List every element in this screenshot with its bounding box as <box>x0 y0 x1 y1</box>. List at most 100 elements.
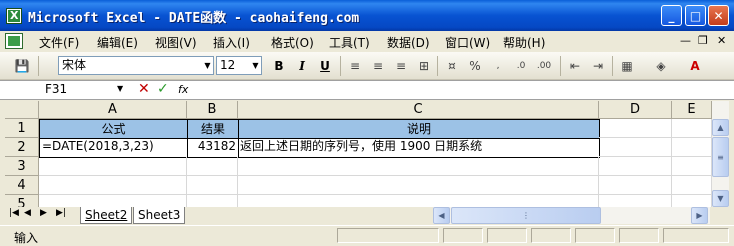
close-button[interactable]: ✕ <box>708 5 729 26</box>
worksheet-grid[interactable]: A B C D E 1 2 3 4 5 公式 结果 说明 =DATE(2018,… <box>5 101 712 207</box>
select-all-corner[interactable] <box>5 101 39 119</box>
cell-a4[interactable] <box>39 176 187 195</box>
window-title: Microsoft Excel - DATE函数 - caohaifeng.co… <box>28 11 360 26</box>
minimize-icon: _ <box>668 8 675 23</box>
scroll-down-icon[interactable]: ▼ <box>712 190 729 207</box>
borders-icon[interactable]: ▦ <box>618 57 636 75</box>
cell-b5[interactable] <box>187 195 238 207</box>
next-sheet-icon[interactable]: ▶ <box>40 208 47 218</box>
menu-view[interactable]: 视图(V) <box>155 34 197 51</box>
cell-d5[interactable] <box>599 195 672 207</box>
italic-icon[interactable]: I <box>293 57 311 75</box>
scroll-up-icon[interactable]: ▲ <box>712 119 729 136</box>
table-header-formula[interactable]: 公式 <box>39 119 188 139</box>
percent-icon[interactable]: % <box>466 57 484 75</box>
table-header-result[interactable]: 结果 <box>187 119 239 139</box>
prev-sheet-icon[interactable]: ◀ <box>24 208 31 218</box>
column-header-b[interactable]: B <box>187 101 238 119</box>
first-sheet-icon[interactable]: |◀ <box>9 208 19 218</box>
scroll-right-icon[interactable]: ▶ <box>691 207 708 224</box>
row-header-5[interactable]: 5 <box>5 195 39 207</box>
decrease-indent-icon[interactable]: ⇤ <box>566 57 584 75</box>
doc-minimize-icon[interactable]: — <box>680 34 691 47</box>
font-name-dropdown-icon[interactable]: ▼ <box>202 57 213 74</box>
status-panel <box>487 228 527 243</box>
cancel-icon[interactable]: ✕ <box>138 81 150 97</box>
column-header-e[interactable]: E <box>672 101 712 119</box>
font-name-select[interactable]: 宋体 <box>58 56 214 75</box>
cell-d4[interactable] <box>599 176 672 195</box>
column-header-a[interactable]: A <box>39 101 187 119</box>
menu-format[interactable]: 格式(O) <box>271 34 314 51</box>
row-header-2[interactable]: 2 <box>5 138 39 157</box>
name-box[interactable]: F31 <box>3 80 115 99</box>
cell-e4[interactable] <box>672 176 712 195</box>
toolbar-separator <box>560 56 561 76</box>
cell-b3[interactable] <box>187 157 238 176</box>
menu-edit[interactable]: 编辑(E) <box>97 34 138 51</box>
last-sheet-icon[interactable]: ▶| <box>56 208 66 218</box>
cell-c5[interactable] <box>238 195 599 207</box>
increase-indent-icon[interactable]: ⇥ <box>589 57 607 75</box>
bold-icon[interactable]: B <box>270 57 288 75</box>
name-box-dropdown-icon[interactable]: ▼ <box>117 84 123 93</box>
cell-a3[interactable] <box>39 157 187 176</box>
decrease-decimal-icon[interactable]: .00 <box>535 57 553 75</box>
cell-result[interactable]: 43182 <box>187 138 239 158</box>
minimize-button[interactable]: _ <box>661 5 682 26</box>
increase-decimal-icon[interactable]: .0 <box>512 57 530 75</box>
column-header-c[interactable]: C <box>238 101 599 119</box>
table-header-description[interactable]: 说明 <box>238 119 600 139</box>
status-panel <box>619 228 659 243</box>
menu-file[interactable]: 文件(F) <box>39 34 79 51</box>
font-color-icon[interactable]: A <box>686 57 704 75</box>
menu-window[interactable]: 窗口(W) <box>445 34 490 51</box>
row-header-4[interactable]: 4 <box>5 176 39 195</box>
cell-d1[interactable] <box>599 119 672 138</box>
cell-e1[interactable] <box>672 119 712 138</box>
font-size-dropdown-icon[interactable]: ▼ <box>250 57 261 74</box>
align-right-icon[interactable]: ≡ <box>392 57 410 75</box>
align-center-icon[interactable]: ≡ <box>369 57 387 75</box>
cell-description[interactable]: 返回上述日期的序列号，使用 1900 日期系统 <box>238 138 600 158</box>
row-header-1[interactable]: 1 <box>5 119 39 138</box>
cell-a5[interactable] <box>39 195 187 207</box>
maximize-button[interactable]: □ <box>685 5 706 26</box>
menu-insert[interactable]: 插入(I) <box>213 34 250 51</box>
toolbar-separator <box>437 56 438 76</box>
currency-icon[interactable]: ¤ <box>443 57 461 75</box>
cell-d3[interactable] <box>599 157 672 176</box>
cell-e3[interactable] <box>672 157 712 176</box>
cell-formula[interactable]: =DATE(2018,3,23) <box>39 138 188 158</box>
save-icon[interactable]: 💾 <box>13 57 31 75</box>
fill-color-icon[interactable]: ◈ <box>652 57 670 75</box>
column-header-d[interactable]: D <box>599 101 672 119</box>
sheet-tab-sheet3[interactable]: Sheet3 <box>133 207 186 224</box>
cell-b4[interactable] <box>187 176 238 195</box>
doc-restore-icon[interactable]: ❐ <box>698 34 708 47</box>
cell-d2[interactable] <box>599 138 672 157</box>
insert-function-button[interactable]: fx <box>178 83 188 96</box>
merge-center-icon[interactable]: ⊞ <box>415 57 433 75</box>
workbook-icon[interactable] <box>5 33 23 49</box>
enter-icon[interactable]: ✓ <box>157 81 169 97</box>
menu-help[interactable]: 帮助(H) <box>503 34 545 51</box>
underline-icon[interactable]: U <box>316 57 334 75</box>
cell-e2[interactable] <box>672 138 712 157</box>
menu-data[interactable]: 数据(D) <box>387 34 430 51</box>
horizontal-scroll-thumb[interactable]: ⋮ <box>451 207 601 224</box>
sheet-tab-sheet2[interactable]: Sheet2 <box>80 207 133 224</box>
align-left-icon[interactable]: ≡ <box>346 57 364 75</box>
row-header-3[interactable]: 3 <box>5 157 39 176</box>
excel-app-icon[interactable] <box>6 8 22 24</box>
horizontal-scrollbar[interactable]: ◀ ⋮ ▶ <box>433 207 710 224</box>
scroll-thumb[interactable]: ≡ <box>712 137 729 177</box>
cell-e5[interactable] <box>672 195 712 207</box>
doc-close-icon[interactable]: ✕ <box>717 34 726 47</box>
menu-tools[interactable]: 工具(T) <box>329 34 370 51</box>
scroll-left-icon[interactable]: ◀ <box>433 207 450 224</box>
vertical-scrollbar[interactable]: ▲ ≡ ▼ <box>712 101 729 207</box>
comma-style-icon[interactable]: , <box>489 57 507 75</box>
cell-c3[interactable] <box>238 157 599 176</box>
cell-c4[interactable] <box>238 176 599 195</box>
